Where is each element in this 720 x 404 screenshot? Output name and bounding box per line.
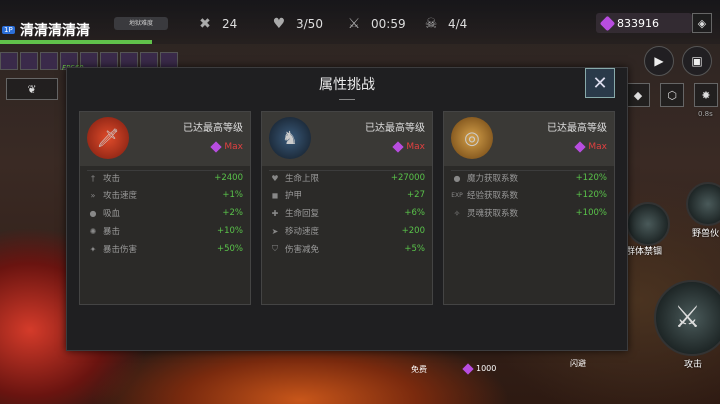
stat-row: ♥ 生命上限 +27000 [269,170,425,185]
blood-icon: ● [89,208,97,218]
stat-row: ◼ 护甲 +27 [269,188,425,202]
soul-icon: ✧ [453,208,461,218]
card-status: 已达最高等级 [365,123,425,134]
card-max: Max [574,141,607,153]
hp-value: 3/50 [296,17,323,31]
buff-slot [20,52,38,70]
cost-value: 1000 [476,364,497,373]
card-status: 已达最高等级 [183,123,243,134]
timer-value: 00:59 [371,17,406,31]
gem-currency[interactable]: 833916 [596,13,692,33]
close-icon: ✕ [592,72,608,94]
player-name: 清清清清清 [20,23,90,39]
stat-row: ✧ 灵魂获取系数 +100% [451,206,607,220]
demon-icon: ☠ [424,16,438,32]
free-label: 免费 [411,365,427,374]
cost-display: 1000 [462,362,497,375]
play-icon[interactable]: ▶ [644,46,674,76]
speed-icon: » [90,190,96,200]
stat-row: ➤ 移动速度 +200 [269,224,425,238]
stat-row: ⛉ 伤害减免 +5% [269,242,425,256]
kills-icon: ✖ [199,16,211,32]
store-icon[interactable]: ◈ [692,13,712,33]
max-label: Max [224,142,243,152]
gem-icon [462,362,474,375]
stat-row: ✚ 生命回复 +6% [269,206,425,220]
hex-icon[interactable]: ⬡ [660,83,684,107]
hp-counter: ♥ 3/50 [270,15,323,33]
heart-icon: ♥ [271,173,279,183]
stat-row: » 攻击速度 +1% [87,188,243,202]
stat-row: ✦ 暴击伤害 +50% [87,242,243,256]
difficulty-badge: 地狱难度 [114,17,168,30]
chat-icon[interactable]: ▣ [682,46,712,76]
cooldown-text: 0.8s [698,110,713,118]
gear-icon[interactable]: ✸ [694,83,718,107]
card-max: Max [210,141,243,153]
attack-button[interactable]: ⚔ [654,280,720,356]
dodge-label: 闪避 [570,359,586,368]
attribute-challenge-modal: 属性挑战 ✕ 🗡 已达最高等级 Max † 攻击 +2400 » 攻击速度 +1% ● 吸… [66,67,628,351]
close-button[interactable]: ✕ [585,68,615,98]
gem-icon [210,141,223,153]
card-max: Max [392,141,425,153]
stat-row: EXP 经验获取系数 +120% [451,190,607,201]
player-level-tag: 1P [2,26,15,34]
stat-row: † 攻击 +2400 [87,170,243,185]
stage-counter: ☠ 4/4 [422,15,468,33]
leaf-icon[interactable]: ❦ [6,78,58,100]
sword-icon: † [91,173,95,183]
kills-counter: ✖ 24 [196,15,237,33]
sword-icon: ⚔ [674,300,701,335]
rune-icon[interactable]: ◆ [626,83,650,107]
gem-icon [392,141,405,153]
coins-icon: ◎ [451,117,493,159]
gem-icon [574,141,587,153]
timer: ⚔ 00:59 [345,15,406,33]
group-ban-skill[interactable] [626,202,670,246]
move-icon: ➤ [271,226,279,236]
attack-card: 🗡 已达最高等级 Max † 攻击 +2400 » 攻击速度 +1% ● 吸血 +2% ✺ 暴… [79,111,251,305]
armor-icon: ◼ [271,190,279,200]
exp-icon: EXP [451,191,463,199]
group-ban-label: 群体禁锢 [626,247,663,257]
attack-label: 攻击 [684,360,703,370]
crossed-swords-icon: ⚔ [347,16,361,32]
player-hp-bar [0,40,152,44]
max-label: Max [406,142,425,152]
magic-icon: ● [453,173,461,183]
resource-card: ◎ 已达最高等级 Max ● 魔力获取系数 +120% EXP 经验获取系数 +120%… [443,111,615,305]
buff-slot [0,52,18,70]
stat-row: ● 吸血 +2% [87,206,244,220]
card-status: 已达最高等级 [547,123,607,134]
title-ornament [339,95,355,100]
critdmg-icon: ✦ [89,244,97,254]
modal-title: 属性挑战 [319,77,375,93]
sword-icon: 🗡 [87,117,129,159]
stage-value: 4/4 [448,17,468,31]
buff-slot [40,52,58,70]
shield-icon: ⛉ [272,244,278,253]
kills-value: 24 [222,17,238,31]
defense-card: ♞ 已达最高等级 Max ♥ 生命上限 +27000 ◼ 护甲 +27 ✚ 生命回复 +6%… [261,111,433,305]
max-label: Max [588,142,607,152]
regen-icon: ✚ [271,208,279,218]
beast-label: 野兽伙 [692,229,720,239]
heart-icon: ♥ [272,16,286,32]
currency-value: 833916 [617,16,659,30]
stat-row: ● 魔力获取系数 +120% [451,170,607,185]
crit-icon: ✺ [89,226,97,236]
helmet-icon: ♞ [269,117,311,159]
gem-icon [599,15,616,31]
stat-row: ✺ 暴击 +10% [87,224,243,238]
